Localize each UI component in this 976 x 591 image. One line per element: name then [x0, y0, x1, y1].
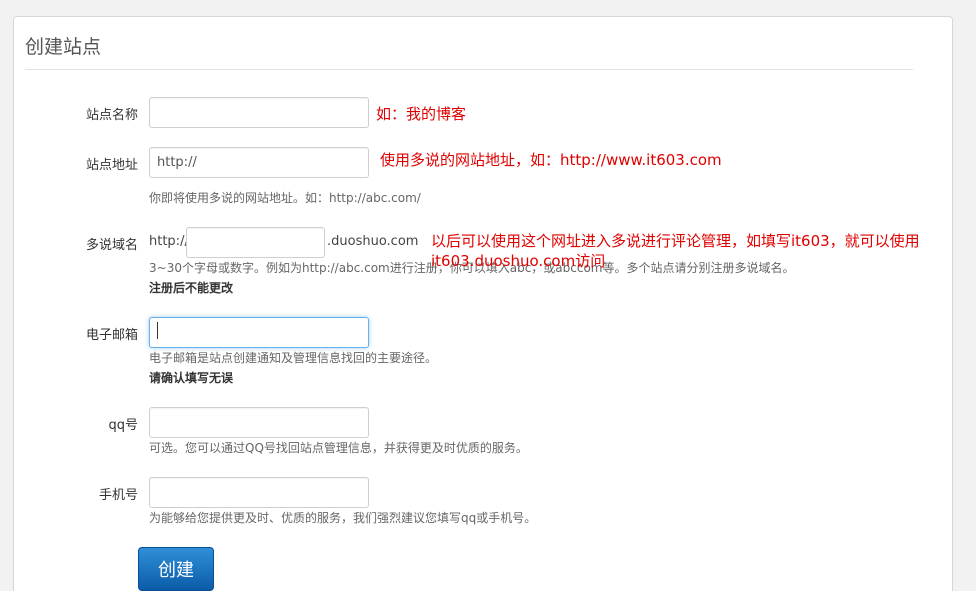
site-url-help: 你即将使用多说的网站地址。如：http://abc.com/: [149, 191, 421, 205]
site-url-annotation: 使用多说的网站地址，如：http://www.it603.com: [380, 151, 722, 169]
email-label: 电子邮箱: [85, 328, 138, 343]
duoshuo-domain-prefix: http://: [149, 234, 189, 249]
duoshuo-domain-annotation-line1: 以后可以使用这个网址进入多说进行评论管理，如填写it603，就可以使用: [431, 232, 920, 250]
qq-input[interactable]: [149, 407, 369, 438]
site-url-input[interactable]: [149, 147, 369, 178]
qq-label: qq号: [108, 418, 138, 433]
site-name-label: 站点名称: [85, 108, 138, 123]
duoshuo-domain-input[interactable]: [186, 227, 325, 258]
duoshuo-domain-suffix: .duoshuo.com: [327, 234, 419, 249]
phone-label: 手机号: [98, 488, 138, 503]
site-name-annotation: 如：我的博客: [376, 105, 467, 123]
page-title: 创建站点: [25, 36, 102, 58]
phone-help: 为能够给您提供更及时、优质的服务，我们强烈建议您填写qq或手机号。: [149, 511, 537, 525]
phone-input[interactable]: [149, 477, 369, 508]
site-name-input[interactable]: [149, 97, 369, 128]
title-divider: [25, 69, 913, 70]
duoshuo-domain-annotation-line2: it603.duoshuo.com访问: [431, 252, 606, 270]
site-url-label: 站点地址: [85, 158, 138, 173]
email-field[interactable]: [149, 317, 369, 348]
duoshuo-domain-label: 多说域名: [85, 238, 138, 253]
email-warning: 请确认填写无误: [149, 371, 234, 385]
text-caret: [157, 322, 158, 339]
email-help: 电子邮箱是站点创建通知及管理信息找回的主要途径。: [149, 351, 438, 365]
create-button[interactable]: 创建: [138, 547, 214, 591]
duoshuo-domain-warning: 注册后不能更改: [149, 281, 234, 295]
qq-help: 可选。您可以通过QQ号找回站点管理信息，并获得更及时优质的服务。: [149, 441, 528, 455]
